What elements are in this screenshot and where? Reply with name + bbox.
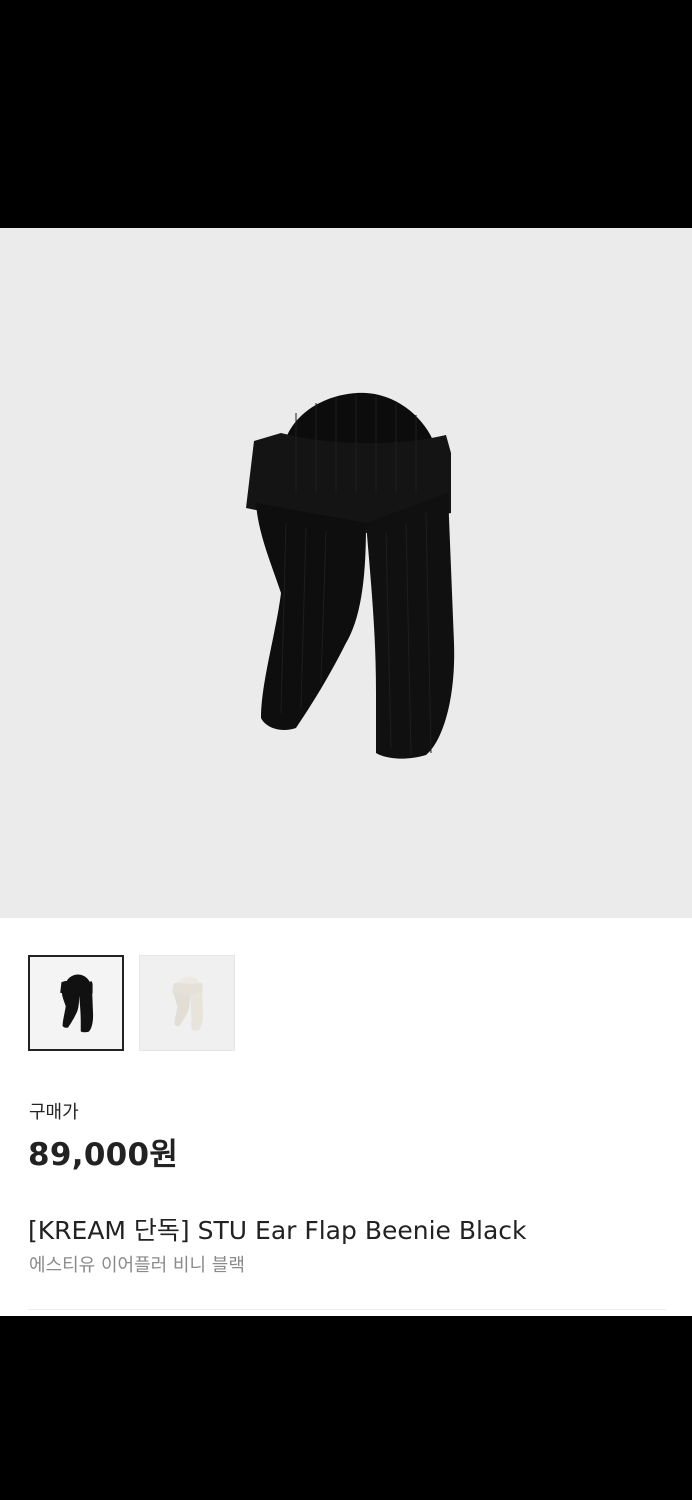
beanie-ivory-thumb-icon — [172, 976, 203, 1031]
price-value: 89,000원 — [28, 1137, 179, 1173]
beanie-black-thumb-icon — [60, 974, 94, 1033]
thumbnail-strip — [28, 955, 235, 1051]
thumbnail-black[interactable] — [28, 955, 124, 1051]
product-subtitle: 에스티유 이어플러 비니 블랙 — [29, 1255, 245, 1276]
product-detail: 구매가 89,000원 [KREAM 단독] STU Ear Flap Been… — [0, 228, 692, 1316]
top-black-bar — [0, 0, 692, 228]
beanie-black-image — [246, 392, 455, 759]
thumbnail-ivory[interactable] — [139, 955, 235, 1051]
bottom-black-bar — [0, 1316, 692, 1500]
divider — [28, 1309, 666, 1310]
product-screen: 구매가 89,000원 [KREAM 단독] STU Ear Flap Been… — [0, 0, 692, 1500]
product-main-image[interactable] — [0, 228, 692, 918]
price-label: 구매가 — [29, 1102, 79, 1123]
product-title: [KREAM 단독] STU Ear Flap Beenie Black — [28, 1216, 527, 1245]
